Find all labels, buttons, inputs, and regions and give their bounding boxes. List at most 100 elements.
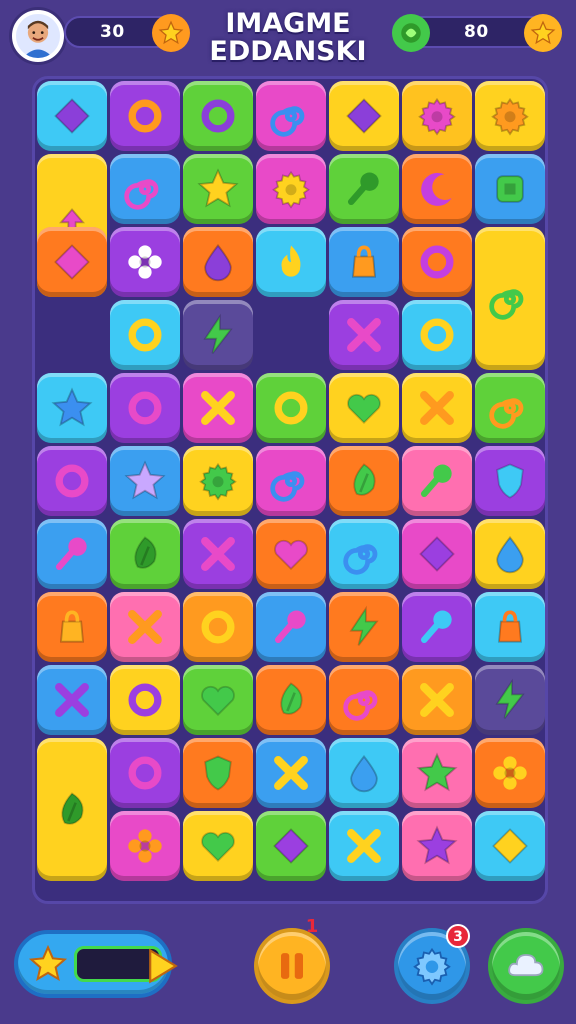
tile-bolt[interactable] [329, 592, 399, 662]
tile-square[interactable] [475, 154, 545, 224]
tile-diamond[interactable] [329, 81, 399, 151]
shield-icon [496, 463, 524, 499]
tile-swirl[interactable] [475, 373, 545, 443]
tile-diamond[interactable] [37, 227, 107, 297]
tile-cross[interactable] [402, 665, 472, 735]
tile-drop[interactable] [475, 519, 545, 589]
tile-key[interactable] [329, 154, 399, 224]
heart-icon [201, 685, 235, 716]
ring-icon [201, 99, 235, 133]
settings-button[interactable]: 3 [394, 924, 470, 1004]
key-icon [420, 610, 452, 644]
tile-gear[interactable] [475, 81, 545, 151]
tile-diamond[interactable] [475, 811, 545, 881]
key-icon [420, 464, 452, 498]
pause-button[interactable]: 1 [254, 916, 330, 1004]
tile-heart[interactable] [183, 665, 253, 735]
tile-diamond[interactable] [402, 519, 472, 589]
tile-ring[interactable] [110, 738, 180, 808]
flame-icon [281, 245, 301, 277]
tile-bag[interactable] [37, 592, 107, 662]
tile-ring[interactable] [37, 446, 107, 516]
tile-diamond[interactable] [256, 811, 326, 881]
tile-leaf[interactable] [329, 446, 399, 516]
tile-bolt[interactable] [475, 665, 545, 735]
tile-cross[interactable] [110, 592, 180, 662]
tile-leaf[interactable] [256, 665, 326, 735]
bag-icon [59, 610, 85, 643]
cloud-icon [508, 954, 544, 977]
leaf-icon [61, 791, 84, 825]
tile-heart[interactable] [256, 519, 326, 589]
leaf-icon [280, 682, 303, 715]
tile-gear[interactable] [183, 446, 253, 516]
tile-swirl[interactable] [256, 81, 326, 151]
drop-icon [496, 536, 524, 574]
tile-ring[interactable] [183, 81, 253, 151]
tile-leaf[interactable] [37, 738, 107, 881]
star-icon [416, 752, 458, 792]
tile-crescent[interactable] [402, 154, 472, 224]
tile-cross[interactable] [329, 300, 399, 370]
diamond-icon [419, 536, 455, 572]
booster-progress-button[interactable] [14, 930, 178, 998]
tile-bag[interactable] [475, 592, 545, 662]
tile-ring[interactable] [110, 300, 180, 370]
gear-icon [418, 97, 456, 136]
tile-bag[interactable] [329, 227, 399, 297]
tile-bolt[interactable] [183, 300, 253, 370]
tile-heart[interactable] [329, 373, 399, 443]
tile-key[interactable] [37, 519, 107, 589]
game-board [32, 76, 548, 904]
tile-ring[interactable] [183, 592, 253, 662]
tile-cross[interactable] [183, 519, 253, 589]
tile-cross[interactable] [37, 665, 107, 735]
gear-icon [491, 97, 529, 136]
tile-ring[interactable] [256, 373, 326, 443]
tile-drop[interactable] [183, 227, 253, 297]
tile-key[interactable] [402, 592, 472, 662]
tile-shield[interactable] [183, 738, 253, 808]
tile-star[interactable] [402, 811, 472, 881]
tile-ring[interactable] [402, 227, 472, 297]
tile-flame[interactable] [256, 227, 326, 297]
tile-gear[interactable] [402, 81, 472, 151]
tile-diamond[interactable] [37, 81, 107, 151]
tile-flower[interactable] [110, 227, 180, 297]
tile-gear[interactable] [256, 154, 326, 224]
tile-ring[interactable] [110, 665, 180, 735]
cross-icon [347, 318, 381, 352]
tile-cross[interactable] [329, 811, 399, 881]
tile-ring[interactable] [402, 300, 472, 370]
cross-icon [420, 683, 454, 717]
tile-swirl[interactable] [329, 519, 399, 589]
heart-icon [274, 539, 308, 570]
tile-star[interactable] [402, 738, 472, 808]
player-avatar[interactable] [12, 10, 64, 62]
tile-swirl[interactable] [329, 665, 399, 735]
boost-button[interactable] [488, 928, 564, 1004]
pause-badge: 1 [305, 916, 319, 937]
ring-icon [128, 391, 162, 425]
tile-swirl[interactable] [110, 154, 180, 224]
tile-flower[interactable] [110, 811, 180, 881]
tile-star[interactable] [183, 154, 253, 224]
tile-cross[interactable] [183, 373, 253, 443]
tile-cross[interactable] [402, 373, 472, 443]
tile-ring[interactable] [110, 373, 180, 443]
tile-ring[interactable] [110, 81, 180, 151]
tile-swirl[interactable] [475, 227, 545, 370]
tile-key[interactable] [256, 592, 326, 662]
tile-shield[interactable] [475, 446, 545, 516]
tile-key[interactable] [402, 446, 472, 516]
tile-heart[interactable] [183, 811, 253, 881]
drop-icon [204, 244, 232, 282]
tile-swirl[interactable] [256, 446, 326, 516]
tile-star[interactable] [110, 446, 180, 516]
tile-drop[interactable] [329, 738, 399, 808]
heart-icon [347, 393, 381, 424]
tile-leaf[interactable] [110, 519, 180, 589]
tile-star[interactable] [37, 373, 107, 443]
tile-cross[interactable] [256, 738, 326, 808]
tile-flower[interactable] [475, 738, 545, 808]
